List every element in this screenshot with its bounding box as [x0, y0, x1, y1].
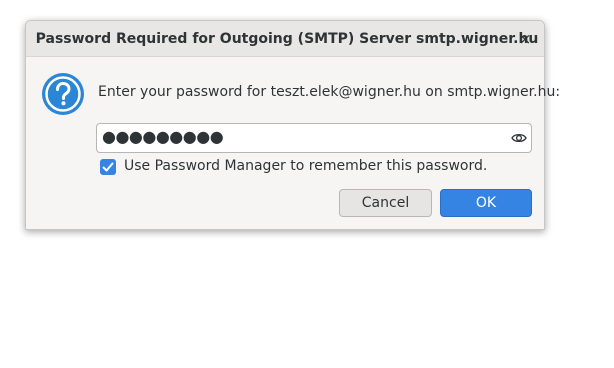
remember-label[interactable]: Use Password Manager to remember this pa… [124, 158, 487, 174]
checkmark-icon [102, 162, 114, 172]
question-icon [42, 73, 84, 115]
dialog-titlebar[interactable]: Password Required for Outgoing (SMTP) Se… [26, 21, 544, 57]
password-input[interactable]: ●●●●●●●●● [96, 123, 532, 153]
close-icon[interactable]: × [514, 28, 536, 50]
password-prompt: Enter your password for teszt.elek@wigne… [98, 84, 561, 100]
remember-checkbox[interactable] [100, 159, 116, 175]
cancel-button[interactable]: Cancel [339, 189, 432, 217]
password-value: ●●●●●●●●● [102, 127, 224, 146]
dialog-title: Password Required for Outgoing (SMTP) Se… [35, 31, 539, 47]
eye-icon[interactable] [511, 131, 527, 145]
ok-button[interactable]: OK [440, 189, 532, 217]
password-dialog: Password Required for Outgoing (SMTP) Se… [25, 20, 560, 230]
